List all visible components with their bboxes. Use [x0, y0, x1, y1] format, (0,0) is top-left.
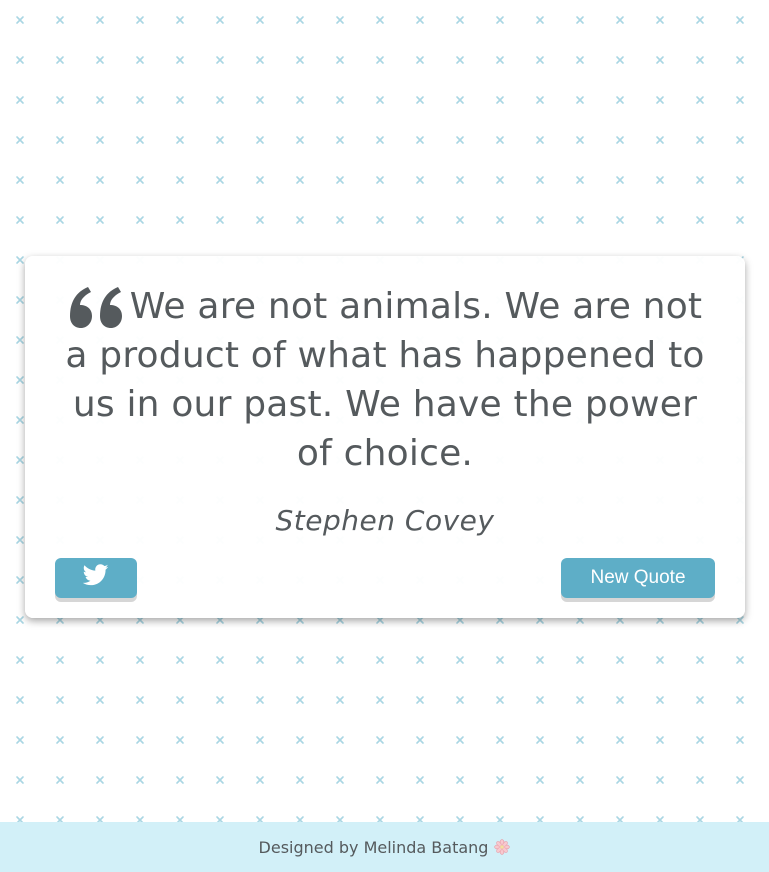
footer: Designed by Melinda Batang	[0, 822, 769, 872]
tweet-button[interactable]	[55, 558, 137, 598]
footer-credit: Designed by Melinda Batang	[258, 837, 489, 857]
flower-icon	[494, 839, 511, 855]
quote-author: Stephen Covey	[275, 504, 495, 537]
twitter-icon	[82, 564, 109, 592]
quote-left-icon	[68, 286, 126, 330]
quote-text: We are not animals. We are not a product…	[65, 286, 705, 474]
new-quote-button[interactable]: New Quote	[561, 558, 715, 598]
quote-block: We are not animals. We are not a product…	[65, 282, 705, 478]
quote-card: We are not animals. We are not a product…	[25, 256, 745, 618]
